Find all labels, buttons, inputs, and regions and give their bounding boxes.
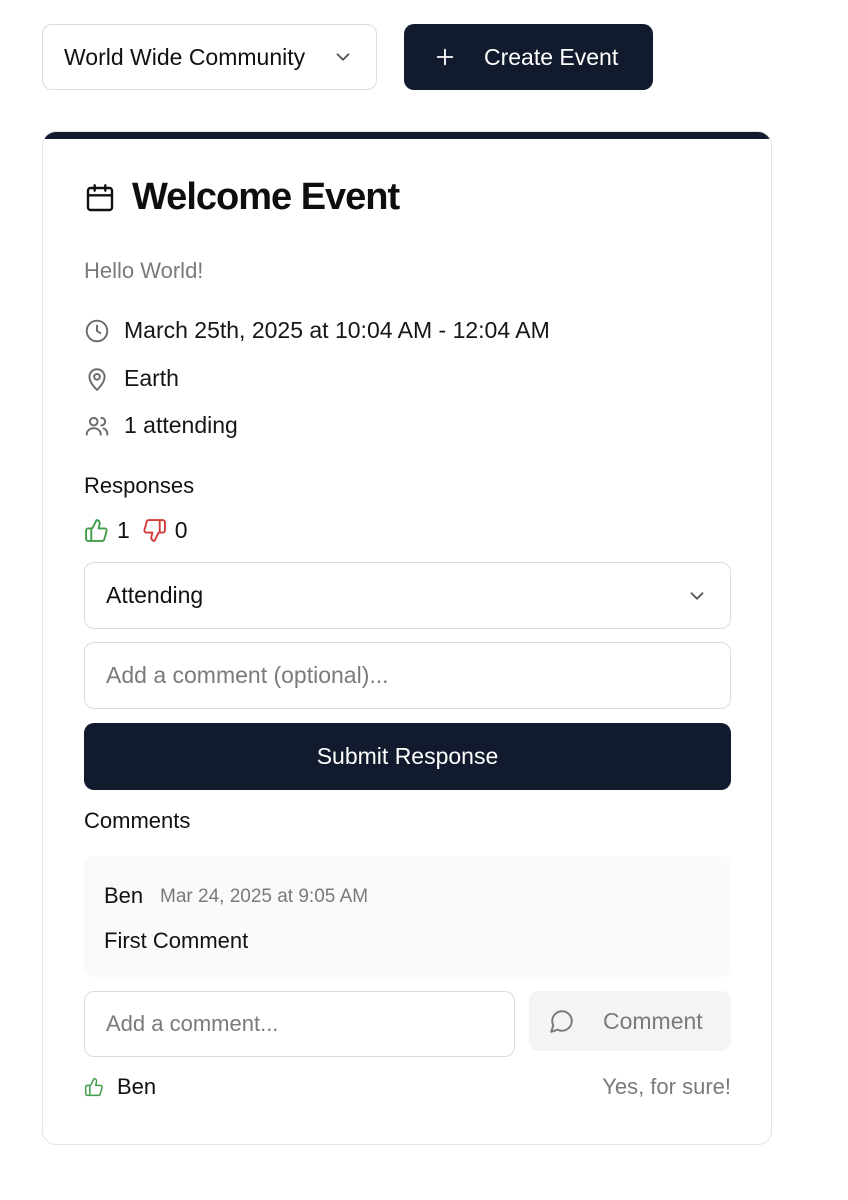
response-select-value: Attending <box>106 582 204 608</box>
plus-icon <box>436 48 454 66</box>
attendee-info: Ben <box>84 1074 156 1100</box>
chevron-down-icon <box>690 591 704 600</box>
comment-author: Ben <box>104 883 144 908</box>
comments-heading: Comments <box>84 808 191 833</box>
thumbs-up-count: 1 <box>117 517 130 543</box>
thumbs-down-count: 0 <box>174 517 188 543</box>
response-comment-input[interactable] <box>84 642 731 709</box>
comment-timestamp: Mar 24, 2025 at 9:05 AM <box>160 886 369 907</box>
attendee-row: Ben Yes, for sure! <box>84 1074 731 1100</box>
event-location: Earth <box>124 365 179 391</box>
calendar-icon <box>86 183 114 211</box>
attendee-response-text: Yes, for sure! <box>602 1074 731 1099</box>
event-datetime-row: March 25th, 2025 at 10:04 AM - 12:04 AM <box>84 317 550 344</box>
event-title-row: Welcome Event <box>84 176 400 219</box>
comment-button-label: Comment <box>603 1007 703 1034</box>
event-card: Welcome Event Hello World! March 25th, 2… <box>42 131 772 1145</box>
thumbs-up-icon[interactable] <box>84 518 109 543</box>
top-toolbar: World Wide Community Create Event <box>42 24 653 90</box>
comment-item: Ben Mar 24, 2025 at 9:05 AM First Commen… <box>84 856 731 977</box>
thumbs-up-icon <box>84 1077 103 1097</box>
clock-icon <box>85 319 109 342</box>
event-description: Hello World! <box>84 258 204 283</box>
attendee-name: Ben <box>117 1074 157 1099</box>
card-accent-bar <box>43 132 771 139</box>
users-icon <box>85 416 109 436</box>
comment-text: First Comment <box>104 928 249 953</box>
vote-counts: 1 0 <box>84 517 200 544</box>
event-location-row: Earth <box>84 365 179 392</box>
comment-button[interactable]: Comment <box>529 991 731 1051</box>
responses-heading: Responses <box>84 473 195 498</box>
response-select[interactable]: Attending <box>84 562 731 629</box>
chevron-down-icon <box>336 53 350 61</box>
map-pin-icon <box>88 367 106 391</box>
create-event-label: Create Event <box>484 43 619 70</box>
event-attending-row: 1 attending <box>84 412 238 439</box>
submit-response-button[interactable]: Submit Response <box>84 723 731 790</box>
create-event-button[interactable]: Create Event <box>404 24 653 90</box>
event-datetime: March 25th, 2025 at 10:04 AM - 12:04 AM <box>124 317 550 343</box>
message-circle-icon <box>550 1010 573 1033</box>
thumbs-down-icon[interactable] <box>142 518 167 543</box>
community-select-value: World Wide Community <box>64 43 306 70</box>
submit-response-label: Submit Response <box>316 743 499 769</box>
community-select[interactable]: World Wide Community <box>42 24 377 90</box>
event-title: Welcome Event <box>132 176 400 218</box>
event-attending-count: 1 attending <box>124 412 238 438</box>
add-comment-input[interactable] <box>84 991 515 1057</box>
